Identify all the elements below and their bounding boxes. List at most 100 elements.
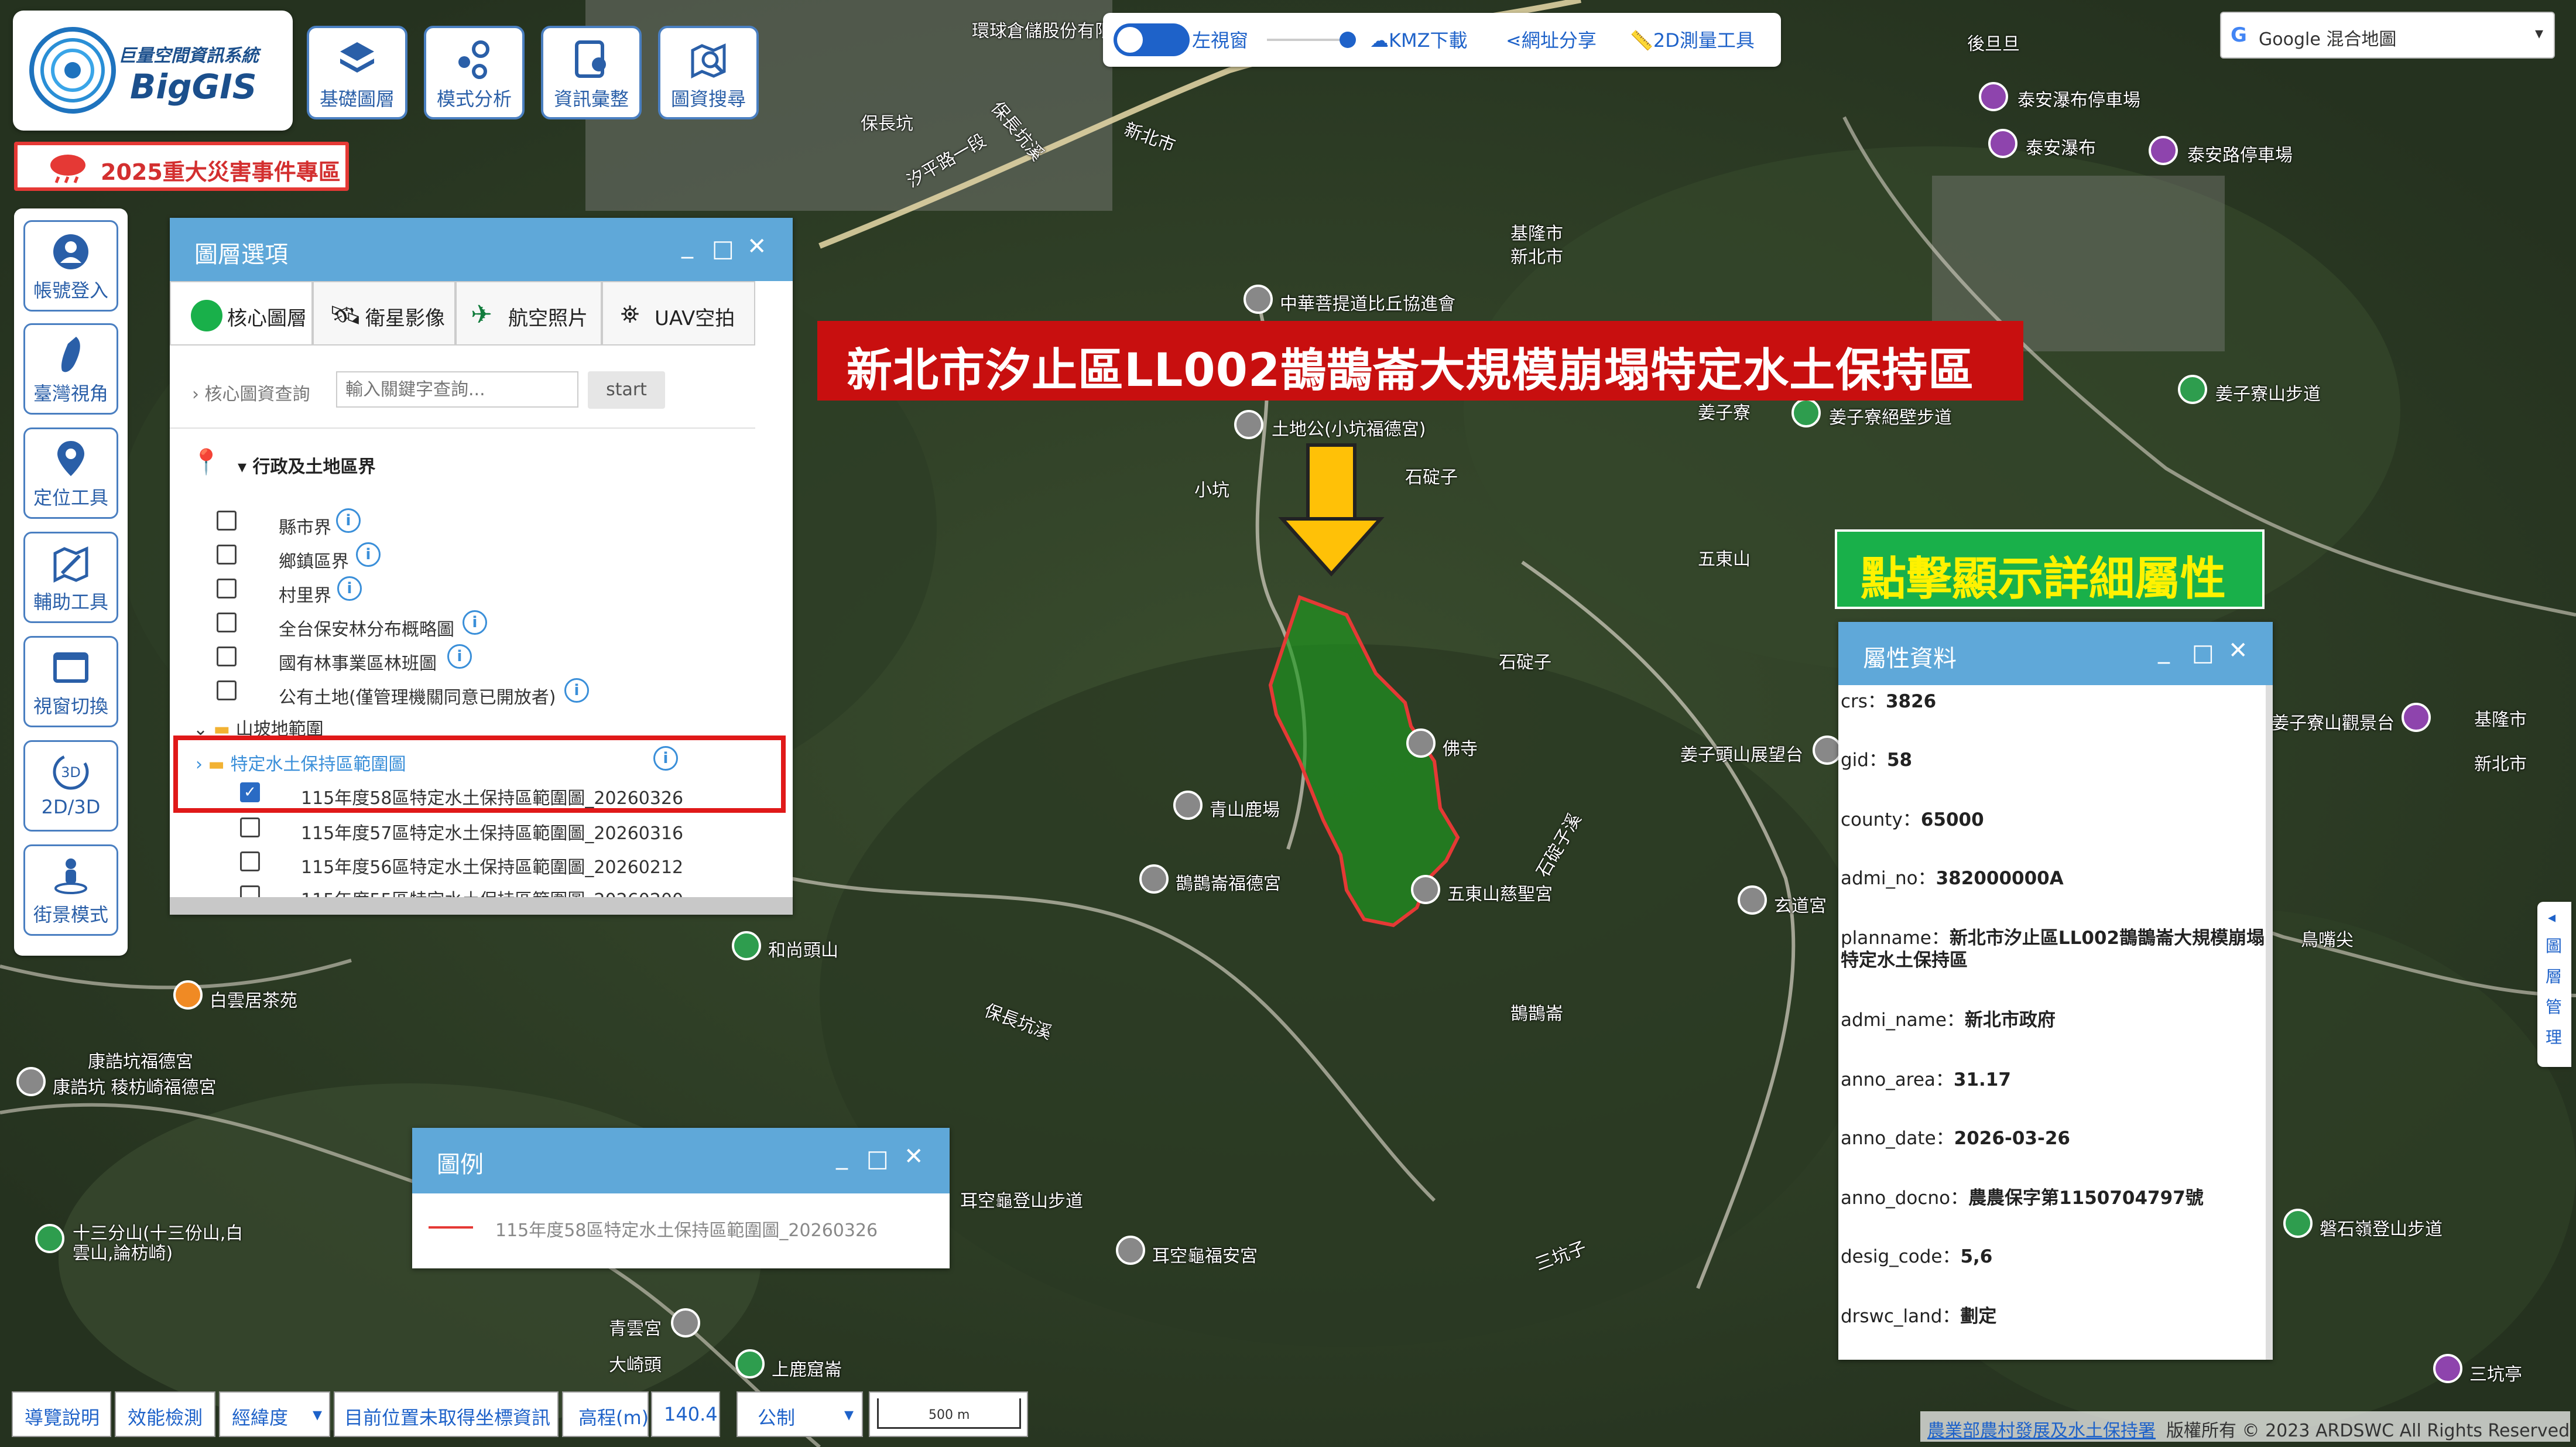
temple-icon[interactable] [1411, 875, 1440, 904]
core-search-label: › 核心圖資查詢 [192, 384, 310, 405]
basemap-select[interactable]: G Google 混合地圖 ▾ [2220, 12, 2555, 59]
guide-button[interactable]: 導覽說明 [12, 1391, 111, 1437]
close-icon[interactable]: ✕ [747, 233, 767, 260]
legend-panel-header[interactable]: 圖例 _ □ ✕ [412, 1128, 950, 1193]
waterfall-icon[interactable] [1988, 129, 2017, 158]
tab-aerial-photo[interactable]: ✈ 航空照片 [455, 281, 602, 345]
layer-label: 村里界 [279, 586, 331, 606]
viewpoint-icon[interactable] [2402, 703, 2431, 732]
layer-checkbox[interactable] [217, 646, 237, 666]
trail-icon[interactable] [35, 1224, 64, 1253]
tab-satellite[interactable]: 🛰 衛星影像 [313, 281, 455, 345]
layer-panel-header[interactable]: 圖層選項 _ □ ✕ [170, 218, 793, 281]
minimize-icon[interactable]: _ [836, 1143, 848, 1170]
street-view-button[interactable]: 街景模式 [23, 844, 118, 936]
horizontal-scrollbar[interactable] [170, 897, 793, 915]
info-summary-label: 資訊彙整 [553, 88, 629, 110]
disaster-zone-button[interactable]: 2025重大災害事件專區 [14, 142, 349, 191]
parking-icon[interactable] [2149, 136, 2178, 165]
minimize-icon[interactable]: _ [2158, 637, 2170, 664]
layer-checkbox[interactable] [217, 680, 237, 700]
model-analysis-button[interactable]: 模式分析 [424, 26, 525, 119]
share-icon: ⋖ [1506, 29, 1522, 52]
2d-3d-button[interactable]: 3D 2D/3D [23, 740, 118, 832]
left-view-toggle[interactable] [1114, 23, 1190, 56]
trail-icon[interactable] [2178, 375, 2207, 404]
window-switch-button[interactable]: 視窗切換 [23, 636, 118, 727]
unit-select[interactable]: 公制 ▾ [737, 1391, 863, 1437]
trail-icon[interactable] [1791, 398, 1821, 427]
admin-group-toggle[interactable]: ▾ 行政及土地區界 [238, 452, 376, 478]
info-icon[interactable]: i [356, 542, 381, 567]
info-icon[interactable]: i [564, 678, 589, 703]
vertical-scrollbar[interactable] [2266, 685, 2273, 1360]
trail-icon[interactable] [735, 1349, 765, 1378]
layer-checkbox[interactable] [240, 817, 260, 837]
layer-management-tab[interactable]: ◂ 圖層管理 [2537, 902, 2571, 1067]
info-summary-button[interactable]: 資訊彙整 [541, 26, 642, 119]
info-icon[interactable]: i [653, 746, 678, 771]
agency-link[interactable]: 農業部農村發展及水土保持署 [1927, 1416, 2156, 1442]
info-icon[interactable]: i [336, 508, 361, 533]
temple-icon[interactable] [1116, 1236, 1145, 1265]
temple-icon[interactable] [1139, 864, 1169, 894]
coord-mode-select[interactable]: 經緯度 ▾ [219, 1391, 330, 1437]
temple-icon[interactable] [16, 1067, 46, 1096]
slider-thumb[interactable] [1340, 32, 1356, 48]
tab-uav[interactable]: ⛯ UAV空拍 [602, 281, 755, 345]
temple-icon[interactable] [1738, 885, 1767, 915]
layer-checkbox-checked[interactable]: ✓ [240, 782, 260, 802]
tab-core-layers[interactable]: 核心圖層 [170, 281, 313, 345]
aux-tools-button[interactable]: 輔助工具 [23, 532, 118, 623]
attribute-row: gid：58 [1841, 750, 1913, 771]
layer-checkbox[interactable] [217, 579, 237, 598]
close-icon[interactable]: ✕ [904, 1143, 924, 1170]
locate-tool-button[interactable]: 定位工具 [23, 427, 118, 519]
analysis-icon [458, 40, 489, 79]
street-view-label: 街景模式 [33, 904, 108, 926]
info-icon[interactable]: i [337, 576, 362, 601]
map-label: 佛寺 [1443, 739, 1478, 760]
swc-folder-toggle[interactable]: › ▬ 特定水土保持區範圍圖 [196, 750, 406, 775]
layer-checkbox[interactable] [217, 545, 237, 565]
performance-test-button[interactable]: 效能檢測 [115, 1391, 215, 1437]
maximize-icon[interactable]: □ [2192, 639, 2214, 666]
trail-icon[interactable] [2283, 1209, 2313, 1238]
maximize-icon[interactable]: □ [866, 1145, 889, 1172]
parking-icon[interactable] [1979, 82, 2008, 111]
map-label: 磐石嶺登山步道 [2320, 1219, 2443, 1240]
temple-icon[interactable] [671, 1308, 700, 1337]
layer-options-panel: 圖層選項 _ □ ✕ 核心圖層 🛰 衛星影像 ✈ 航空照片 ⛯ UAV空拍 › … [170, 218, 793, 915]
measure-tool-button[interactable]: 📏2D測量工具 [1630, 26, 1755, 53]
temple-icon[interactable] [1406, 728, 1436, 758]
map-search-button[interactable]: 圖資搜尋 [658, 26, 759, 119]
basic-layers-button[interactable]: 基礎圖層 [307, 26, 407, 119]
close-icon[interactable]: ✕ [2228, 637, 2248, 664]
viewpoint-icon[interactable] [1813, 736, 1842, 765]
disaster-zone-label: 2025重大災害事件專區 [101, 159, 341, 185]
layer-checkbox[interactable] [217, 511, 237, 531]
top-toolbar: 左視窗 ☁KMZ下載 ⋖網址分享 📏2D測量工具 [1103, 13, 1781, 67]
map-label: 後旦旦 [1967, 34, 2020, 54]
place-icon[interactable] [1244, 285, 1273, 314]
search-start-button[interactable]: start [588, 371, 665, 409]
temple-icon[interactable] [1234, 410, 1263, 439]
layer-checkbox[interactable] [217, 613, 237, 632]
minimize-icon[interactable]: _ [681, 232, 693, 259]
attribute-panel-header[interactable]: 屬性資料 _ □ ✕ [1838, 622, 2273, 685]
info-icon[interactable]: i [447, 644, 472, 669]
restaurant-icon[interactable] [173, 980, 203, 1010]
map-label: 姜子寮山步道 [2215, 384, 2321, 405]
place-icon[interactable] [1173, 791, 1203, 820]
maximize-icon[interactable]: □ [712, 235, 734, 262]
layer-checkbox[interactable] [240, 851, 260, 871]
biggis-logo[interactable]: 巨量空間資訊系統 BigGIS [13, 11, 293, 131]
core-search-input[interactable] [336, 371, 578, 408]
login-button[interactable]: 帳號登入 [23, 220, 118, 312]
viewpoint-icon[interactable] [2433, 1354, 2462, 1383]
kmz-download-button[interactable]: ☁KMZ下載 [1370, 26, 1468, 53]
taiwan-view-button[interactable]: 臺灣視角 [23, 323, 118, 415]
share-url-button[interactable]: ⋖網址分享 [1506, 26, 1597, 53]
trail-icon[interactable] [732, 931, 761, 960]
info-icon[interactable]: i [463, 610, 487, 635]
